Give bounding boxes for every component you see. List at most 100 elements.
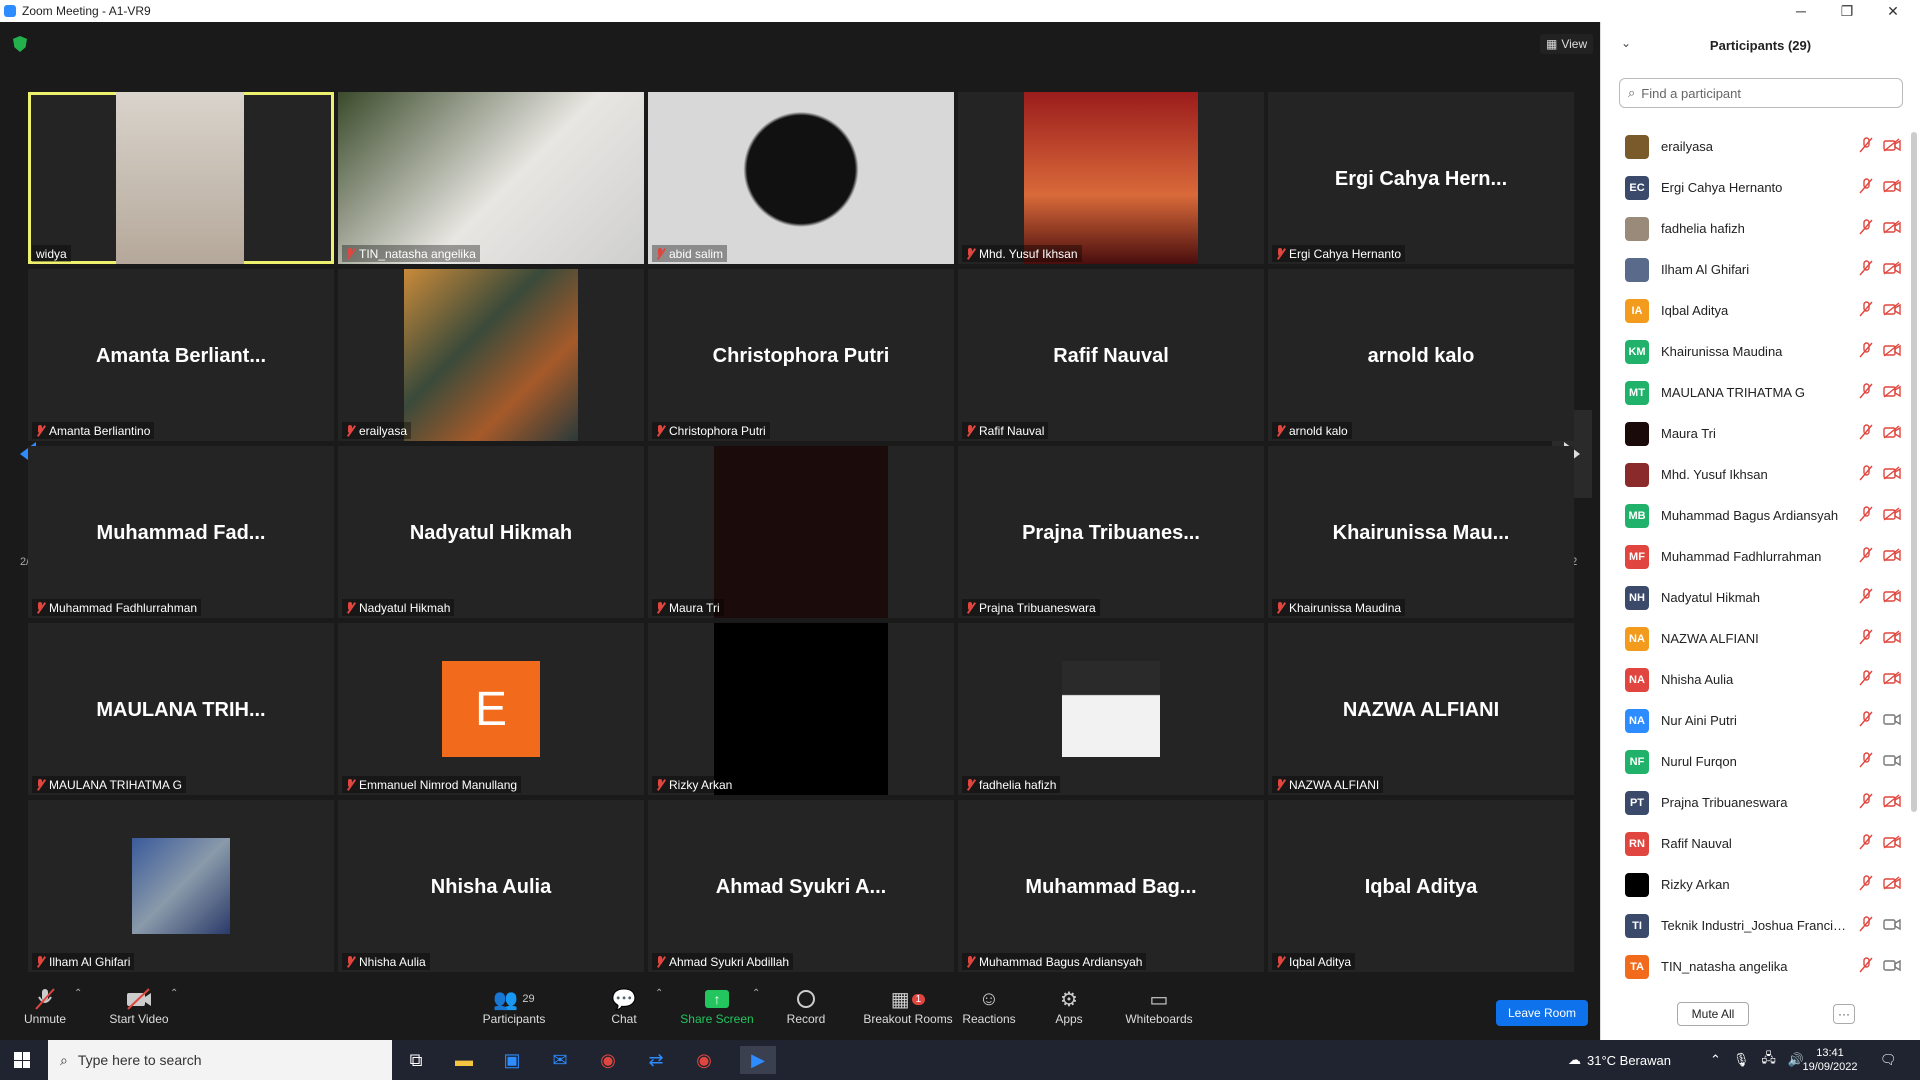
video-icon[interactable] (1883, 917, 1901, 934)
zoom-app-icon[interactable]: ▶ (740, 1046, 776, 1074)
video-icon[interactable] (1883, 753, 1901, 770)
video-off-icon[interactable] (1883, 179, 1901, 196)
mute-all-button[interactable]: Mute All (1677, 1002, 1749, 1026)
video-tile[interactable]: Ahmad Syukri A... Ahmad Syukri Abdillah (648, 800, 954, 972)
participant-row[interactable]: Ilham Al Ghifari (1601, 249, 1901, 290)
video-tile[interactable]: TIN_natasha angelika (338, 92, 644, 264)
video-tile[interactable]: E Emmanuel Nimrod Manullang (338, 623, 644, 795)
participant-row[interactable]: IA Iqbal Aditya (1601, 290, 1901, 331)
video-tile[interactable]: Muhammad Bag... Muhammad Bagus Ardiansyah (958, 800, 1264, 972)
mic-muted-icon[interactable] (1859, 465, 1873, 484)
video-off-icon[interactable] (1883, 466, 1901, 483)
video-tile[interactable]: Prajna Tribuanes... Prajna Tribuaneswara (958, 446, 1264, 618)
share-options-caret-icon[interactable]: ⌃ (752, 988, 760, 999)
mic-muted-icon[interactable] (1859, 875, 1873, 894)
taskbar-search-input[interactable]: ⌕ Type here to search (48, 1040, 392, 1080)
video-icon[interactable] (1883, 958, 1901, 975)
video-off-icon[interactable] (1883, 548, 1901, 565)
mic-muted-icon[interactable] (1859, 137, 1873, 156)
minimize-button[interactable]: ─ (1778, 0, 1824, 22)
video-tile[interactable]: erailyasa (338, 269, 644, 441)
microphone-icon[interactable]: 🎙 (1733, 1052, 1750, 1068)
participant-row[interactable]: NF Nurul Furqon (1601, 741, 1901, 782)
participant-list-scrollbar[interactable] (1911, 132, 1917, 812)
mic-muted-icon[interactable] (1859, 834, 1873, 853)
whiteboards-button[interactable]: ▭ Whiteboards (1114, 986, 1204, 1027)
video-tile[interactable]: Iqbal Aditya Iqbal Aditya (1268, 800, 1574, 972)
participant-row[interactable]: NA Nhisha Aulia (1601, 659, 1901, 700)
video-off-icon[interactable] (1883, 630, 1901, 647)
mic-muted-icon[interactable] (1859, 670, 1873, 689)
mic-muted-icon[interactable] (1859, 547, 1873, 566)
participant-row[interactable]: KM Khairunissa Maudina (1601, 331, 1901, 372)
share-screen-button[interactable]: ↑ Share Screen ⌃ (672, 986, 762, 1026)
view-button[interactable]: ▦ View (1540, 34, 1594, 54)
mail-icon[interactable]: ✉ (542, 1046, 578, 1074)
participant-row[interactable]: MB Muhammad Bagus Ardiansyah (1601, 495, 1901, 536)
video-tile[interactable]: Amanta Berliant... Amanta Berliantino (28, 269, 334, 441)
weather-widget[interactable]: ☁ 31°C Berawan (1568, 1040, 1671, 1080)
participant-row[interactable]: TI Teknik Industri_Joshua Francisc... (1601, 905, 1901, 946)
mic-muted-icon[interactable] (1859, 178, 1873, 197)
clock[interactable]: 13:41 19/09/2022 (1800, 1040, 1860, 1080)
mic-muted-icon[interactable] (1859, 342, 1873, 361)
chrome-profile-icon[interactable]: ◉ (686, 1046, 722, 1074)
mic-muted-icon[interactable] (1859, 424, 1873, 443)
start-video-button[interactable]: Start Video ⌃ (94, 986, 184, 1026)
video-off-icon[interactable] (1883, 671, 1901, 688)
video-tile[interactable]: Muhammad Fad... Muhammad Fadhlurrahman (28, 446, 334, 618)
mic-muted-icon[interactable] (1859, 506, 1873, 525)
participant-row[interactable]: RN Rafif Nauval (1601, 823, 1901, 864)
video-off-icon[interactable] (1883, 138, 1901, 155)
mic-muted-icon[interactable] (1859, 711, 1873, 730)
mic-muted-icon[interactable] (1859, 793, 1873, 812)
video-off-icon[interactable] (1883, 589, 1901, 606)
video-off-icon[interactable] (1883, 343, 1901, 360)
video-tile[interactable]: Nhisha Aulia Nhisha Aulia (338, 800, 644, 972)
video-tile[interactable]: NAZWA ALFIANI NAZWA ALFIANI (1268, 623, 1574, 795)
participant-row[interactable]: fadhelia hafizh (1601, 208, 1901, 249)
participant-row[interactable]: Maura Tri (1601, 413, 1901, 454)
notifications-icon[interactable]: 🗨 (1880, 1040, 1897, 1080)
video-tile[interactable]: Maura Tri (648, 446, 954, 618)
video-options-caret-icon[interactable]: ⌃ (170, 988, 178, 999)
video-tile[interactable]: Rizky Arkan (648, 623, 954, 795)
video-tile[interactable]: Ergi Cahya Hern... Ergi Cahya Hernanto (1268, 92, 1574, 264)
participant-row[interactable]: NA NAZWA ALFIANI (1601, 618, 1901, 659)
maximize-button[interactable]: ❐ (1824, 0, 1870, 22)
participant-row[interactable]: TA TIN_natasha angelika (1601, 946, 1901, 987)
audio-options-caret-icon[interactable]: ⌃ (74, 988, 82, 999)
video-off-icon[interactable] (1883, 302, 1901, 319)
participant-row[interactable]: NH Nadyatul Hikmah (1601, 577, 1901, 618)
video-tile[interactable]: fadhelia hafizh (958, 623, 1264, 795)
task-view-icon[interactable]: ⧉ (398, 1046, 434, 1074)
windows-start-icon[interactable] (14, 1052, 30, 1068)
encryption-shield-icon[interactable] (13, 36, 27, 52)
participant-search-input[interactable]: ⌕ Find a participant (1619, 78, 1903, 108)
more-options-button[interactable]: ··· (1833, 1004, 1855, 1024)
participant-row[interactable]: Mhd. Yusuf Ikhsan (1601, 454, 1901, 495)
video-tile[interactable]: Khairunissa Mau... Khairunissa Maudina (1268, 446, 1574, 618)
video-tile[interactable]: Nadyatul Hikmah Nadyatul Hikmah (338, 446, 644, 618)
participant-row[interactable]: NA Nur Aini Putri (1601, 700, 1901, 741)
mic-muted-icon[interactable] (1859, 219, 1873, 238)
mic-muted-icon[interactable] (1859, 301, 1873, 320)
video-icon[interactable] (1883, 712, 1901, 729)
video-off-icon[interactable] (1883, 425, 1901, 442)
video-tile[interactable]: Mhd. Yusuf Ikhsan (958, 92, 1264, 264)
video-tile[interactable]: widya (28, 92, 334, 264)
video-off-icon[interactable] (1883, 794, 1901, 811)
video-off-icon[interactable] (1883, 835, 1901, 852)
video-tile[interactable]: Christophora Putri Christophora Putri (648, 269, 954, 441)
participant-row[interactable]: erailyasa (1601, 126, 1901, 167)
participant-row[interactable]: Rizky Arkan (1601, 864, 1901, 905)
unmute-button[interactable]: Unmute ⌃ (0, 986, 90, 1026)
participants-button[interactable]: 👥 29 Participants (469, 986, 559, 1027)
network-icon[interactable]: 🖧 (1761, 1049, 1776, 1071)
microsoft-store-icon[interactable]: ▣ (494, 1046, 530, 1074)
participant-row[interactable]: MT MAULANA TRIHATMA G (1601, 372, 1901, 413)
video-off-icon[interactable] (1883, 220, 1901, 237)
video-off-icon[interactable] (1883, 876, 1901, 893)
video-tile[interactable]: arnold kalo arnold kalo (1268, 269, 1574, 441)
video-off-icon[interactable] (1883, 507, 1901, 524)
